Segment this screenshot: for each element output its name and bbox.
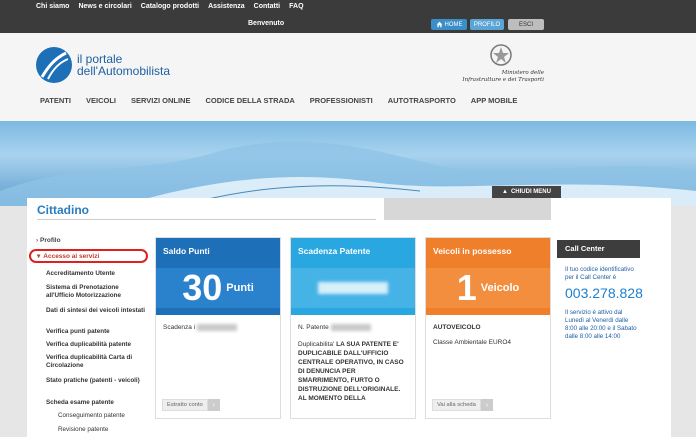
- veicoli-header: Veicoli in possesso 1 Veicolo: [426, 238, 550, 315]
- sidebar-sub-conseguimento[interactable]: Conseguimento patente: [58, 412, 125, 419]
- vai-scheda-button[interactable]: Vai alla scheda ›: [432, 399, 493, 411]
- sidebar-item-profilo[interactable]: › Profilo: [36, 237, 61, 244]
- site-header: il portale dell'Automobilista Ministero …: [0, 33, 696, 121]
- nav-professionisti[interactable]: PROFESSIONISTI: [310, 96, 373, 105]
- ministry-line2: Infrastrutture e dei Trasporti: [462, 77, 544, 83]
- chevron-down-icon: ▾: [37, 253, 41, 260]
- call-center-hours: Il servizio è attivo dal Lunedì al Vener…: [565, 309, 637, 340]
- main-nav: PATENTI VEICOLI SERVIZI ONLINE CODICE DE…: [40, 96, 532, 105]
- hills-image: [0, 141, 696, 206]
- saldo-header: Saldo Punti 30 Punti: [156, 238, 280, 315]
- link-assistenza[interactable]: Assistenza: [208, 3, 245, 10]
- estratto-conto-label: Estratto conto: [162, 399, 208, 411]
- saldo-title: Saldo Punti: [163, 246, 210, 256]
- sidebar-sub-verifica-punti[interactable]: Verifica punti patente: [46, 328, 146, 336]
- portal-logo[interactable]: il portale dell'Automobilista: [36, 47, 170, 83]
- vai-scheda-label: Vai alla scheda: [432, 399, 481, 411]
- home-icon: [436, 21, 442, 28]
- page-title: Cittadino: [37, 203, 89, 217]
- saldo-unit: Punti: [226, 282, 254, 294]
- sidebar-sub-duplicabilita-carta[interactable]: Verifica duplicabilità Carta di Circolaz…: [46, 354, 146, 370]
- call-center-intro: Il tuo codice identificativo per il Call…: [565, 266, 634, 281]
- arrow-right-icon: ›: [480, 399, 493, 411]
- caret-up-icon: ▲: [502, 189, 508, 195]
- home-label: HOME: [444, 21, 463, 28]
- redacted-value: [196, 323, 237, 331]
- duplicabilita-intro: Duplicabilita': [298, 341, 335, 348]
- link-chi-siamo[interactable]: Chi siamo: [36, 3, 69, 10]
- veicoli-body: AUTOVEICOLO Classe Ambientale EURO4: [426, 315, 550, 355]
- redacted-date: [318, 282, 388, 294]
- veicoli-value: 1: [456, 267, 477, 308]
- scadenza-title: Scadenza Patente: [298, 246, 371, 256]
- sidebar-sub-prenotazione[interactable]: Sistema di Prenotazione all'Ufficio Moto…: [46, 284, 146, 300]
- profilo-button[interactable]: PROFILO: [470, 19, 504, 30]
- esci-button[interactable]: ESCI: [508, 19, 544, 30]
- scadenza-header: Scadenza Patente: [291, 238, 415, 315]
- ministry-line1: Ministero delle: [501, 70, 544, 76]
- top-links: Chi siamo News e circolari Catalogo prod…: [36, 3, 304, 10]
- logo-text: il portale dell'Automobilista: [77, 53, 170, 77]
- sidebar-sub-revisione[interactable]: Revisione patente: [58, 426, 108, 433]
- sidebar-item-accesso[interactable]: ▾ Accesso ai servizi: [29, 249, 148, 263]
- estratto-conto-button[interactable]: Estratto conto ›: [162, 399, 220, 411]
- duplicabilita-message: LA SUA PATENTE E' DUPLICABILE DALL'UFFIC…: [298, 341, 404, 402]
- link-news[interactable]: News e circolari: [78, 3, 131, 10]
- link-contatti[interactable]: Contatti: [254, 3, 280, 10]
- chiudi-label: CHIUDI MENU: [510, 189, 551, 195]
- road-logo-icon: [36, 47, 72, 83]
- chiudi-menu-button[interactable]: ▲ CHIUDI MENU: [492, 186, 561, 198]
- saldo-value: 30: [182, 267, 223, 308]
- nav-servizi-online[interactable]: SERVIZI ONLINE: [131, 96, 190, 105]
- sidebar-sub-scheda-esame[interactable]: Scheda esame patente: [46, 399, 146, 407]
- duplicabilita-text: Duplicabilita' LA SUA PATENTE E' DUPLICA…: [298, 340, 408, 403]
- link-catalogo[interactable]: Catalogo prodotti: [141, 3, 199, 10]
- saldo-body: Scadenza i: [156, 315, 280, 340]
- scadenza-body: N. Patente Duplicabilita' LA SUA PATENTE…: [291, 315, 415, 411]
- sidebar-sub-duplicabilita-patente[interactable]: Verifica duplicabilità patente: [46, 341, 146, 349]
- card-scadenza-patente: Scadenza Patente N. Patente Duplicabilit…: [290, 237, 416, 419]
- link-faq[interactable]: FAQ: [289, 3, 303, 10]
- nav-autotrasporto[interactable]: AUTOTRASPORTO: [388, 96, 456, 105]
- logo-line2: dell'Automobilista: [77, 64, 171, 78]
- nav-patenti[interactable]: PATENTI: [40, 96, 71, 105]
- card-saldo-punti: Saldo Punti 30 Punti Scadenza i Estratto…: [155, 237, 281, 419]
- sidebar-sub-dati-sintesi[interactable]: Dati di sintesi dei veicoli intestati: [46, 307, 146, 315]
- call-center-code: 003.278.828: [565, 285, 643, 301]
- top-bar: Chi siamo News e circolari Catalogo prod…: [0, 0, 696, 33]
- home-button[interactable]: HOME: [431, 19, 467, 30]
- call-center-box: Call Center Il tuo codice identificativo…: [557, 240, 643, 341]
- nav-app-mobile[interactable]: APP MOBILE: [471, 96, 518, 105]
- card-veicoli: Veicoli in possesso 1 Veicolo AUTOVEICOL…: [425, 237, 551, 419]
- republic-emblem-icon: [490, 44, 512, 66]
- panel-header-grey: [384, 198, 551, 220]
- call-center-title: Call Center: [557, 240, 640, 258]
- welcome-text: Benvenuto: [248, 20, 285, 27]
- ministry-text: Ministero delle Infrastrutture e dei Tra…: [460, 70, 544, 84]
- sidebar-profilo-label: Profilo: [39, 237, 61, 244]
- nav-codice-strada[interactable]: CODICE DELLA STRADA: [205, 96, 294, 105]
- sidebar-accesso-label: Accesso ai servizi: [43, 252, 100, 260]
- title-divider: [37, 219, 376, 220]
- hero-banner: [0, 121, 696, 206]
- veicoli-title: Veicoli in possesso: [433, 246, 512, 256]
- sidebar-sub-accreditamento[interactable]: Accreditamento Utente: [46, 270, 146, 278]
- veicolo-classe: Classe Ambientale EURO4: [433, 339, 512, 346]
- veicoli-unit: Veicolo: [480, 282, 520, 294]
- saldo-scadenza-label: Scadenza i: [163, 324, 196, 331]
- nav-veicoli[interactable]: VEICOLI: [86, 96, 116, 105]
- redacted-patente: [330, 323, 371, 331]
- veicolo-type: AUTOVEICOLO: [433, 324, 481, 331]
- patente-number-label: N. Patente: [298, 324, 329, 331]
- sidebar-sub-stato-pratiche[interactable]: Stato pratiche (patenti - veicoli): [46, 377, 146, 385]
- bullet-icon: ›: [36, 237, 39, 244]
- arrow-right-icon: ›: [207, 399, 220, 411]
